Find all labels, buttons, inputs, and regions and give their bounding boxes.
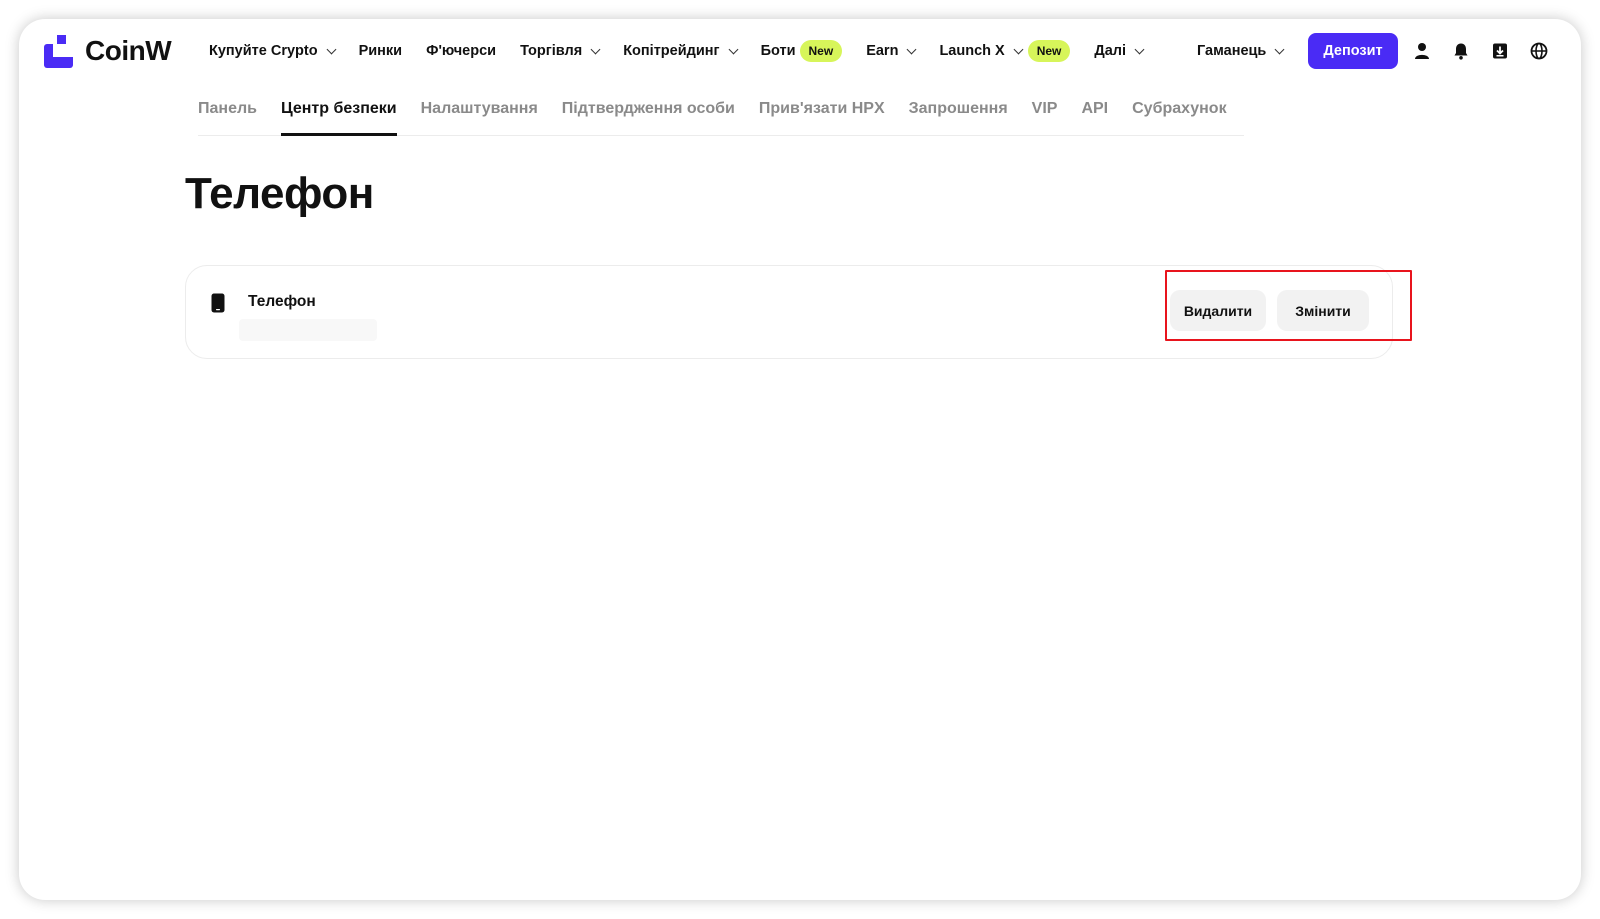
tab-subaccount[interactable]: Субрахунок [1132, 83, 1226, 136]
user-icon[interactable] [1412, 41, 1432, 61]
tab-api[interactable]: API [1081, 83, 1108, 136]
tab-dashboard[interactable]: Панель [198, 83, 257, 136]
nav-copytrading[interactable]: Копітрейдинг [623, 43, 739, 59]
chevron-down-icon [1013, 44, 1024, 54]
nav-label: Launch X [939, 43, 1005, 59]
new-badge: New [799, 40, 843, 62]
download-icon[interactable] [1490, 41, 1510, 61]
masked-phone-number [239, 319, 377, 341]
nav-markets[interactable]: Ринки [359, 43, 403, 59]
nav-label: Далі [1094, 43, 1127, 59]
coinw-logo-icon [44, 34, 73, 68]
nav-trade[interactable]: Торгівля [520, 43, 601, 59]
app-window: CoinW Купуйте Crypto Ринки Ф'ючерси Торг… [19, 19, 1581, 900]
nav-label: Ф'ючерси [426, 43, 497, 59]
brand-logo[interactable]: CoinW [44, 34, 172, 68]
brand-name: CoinW [85, 35, 172, 66]
phone-label: Телефон [248, 293, 316, 310]
tab-security-center[interactable]: Центр безпеки [280, 83, 397, 136]
nav-futures[interactable]: Ф'ючерси [426, 43, 496, 59]
wallet-label: Гаманець [1197, 43, 1267, 59]
nav-label: Ринки [358, 43, 403, 59]
nav-wallet[interactable]: Гаманець [1197, 19, 1285, 83]
chevron-down-icon [906, 44, 917, 54]
chevron-down-icon [1274, 44, 1285, 54]
deposit-button[interactable]: Депозит [1308, 33, 1398, 69]
nav-more[interactable]: Далі [1094, 43, 1145, 59]
bell-icon[interactable] [1451, 41, 1471, 61]
nav-launch-x[interactable]: Launch X New [939, 40, 1071, 62]
phone-icon [211, 293, 225, 313]
nav-label: Купуйте Crypto [209, 43, 318, 59]
nav-label: Торгівля [520, 43, 583, 59]
nav-buy-crypto[interactable]: Купуйте Crypto [209, 43, 337, 59]
tab-vip[interactable]: VIP [1032, 83, 1058, 136]
account-tabs: Панель Центр безпеки Налаштування Підтве… [198, 83, 1244, 136]
nav-earn[interactable]: Earn [866, 43, 917, 59]
tab-link-hpx[interactable]: Прив'язати HPX [759, 83, 885, 136]
page-title: Телефон [185, 169, 374, 218]
globe-icon[interactable] [1529, 41, 1549, 61]
tab-invitation[interactable]: Запрошення [909, 83, 1008, 136]
chevron-down-icon [590, 44, 601, 54]
nav-label: Earn [866, 43, 899, 59]
highlight-box [1165, 270, 1412, 341]
new-badge: New [1027, 40, 1071, 62]
top-header: CoinW Купуйте Crypto Ринки Ф'ючерси Торг… [19, 19, 1581, 83]
nav-label: Копітрейдинг [623, 43, 720, 59]
tab-identity-verification[interactable]: Підтвердження особи [562, 83, 735, 136]
nav-label: Боти [760, 43, 796, 59]
tab-settings[interactable]: Налаштування [421, 83, 538, 136]
chevron-down-icon [326, 44, 337, 54]
nav-bots[interactable]: Боти New [761, 40, 843, 62]
chevron-down-icon [728, 44, 739, 54]
chevron-down-icon [1134, 44, 1145, 54]
main-nav: Купуйте Crypto Ринки Ф'ючерси Торгівля К… [209, 19, 1167, 83]
